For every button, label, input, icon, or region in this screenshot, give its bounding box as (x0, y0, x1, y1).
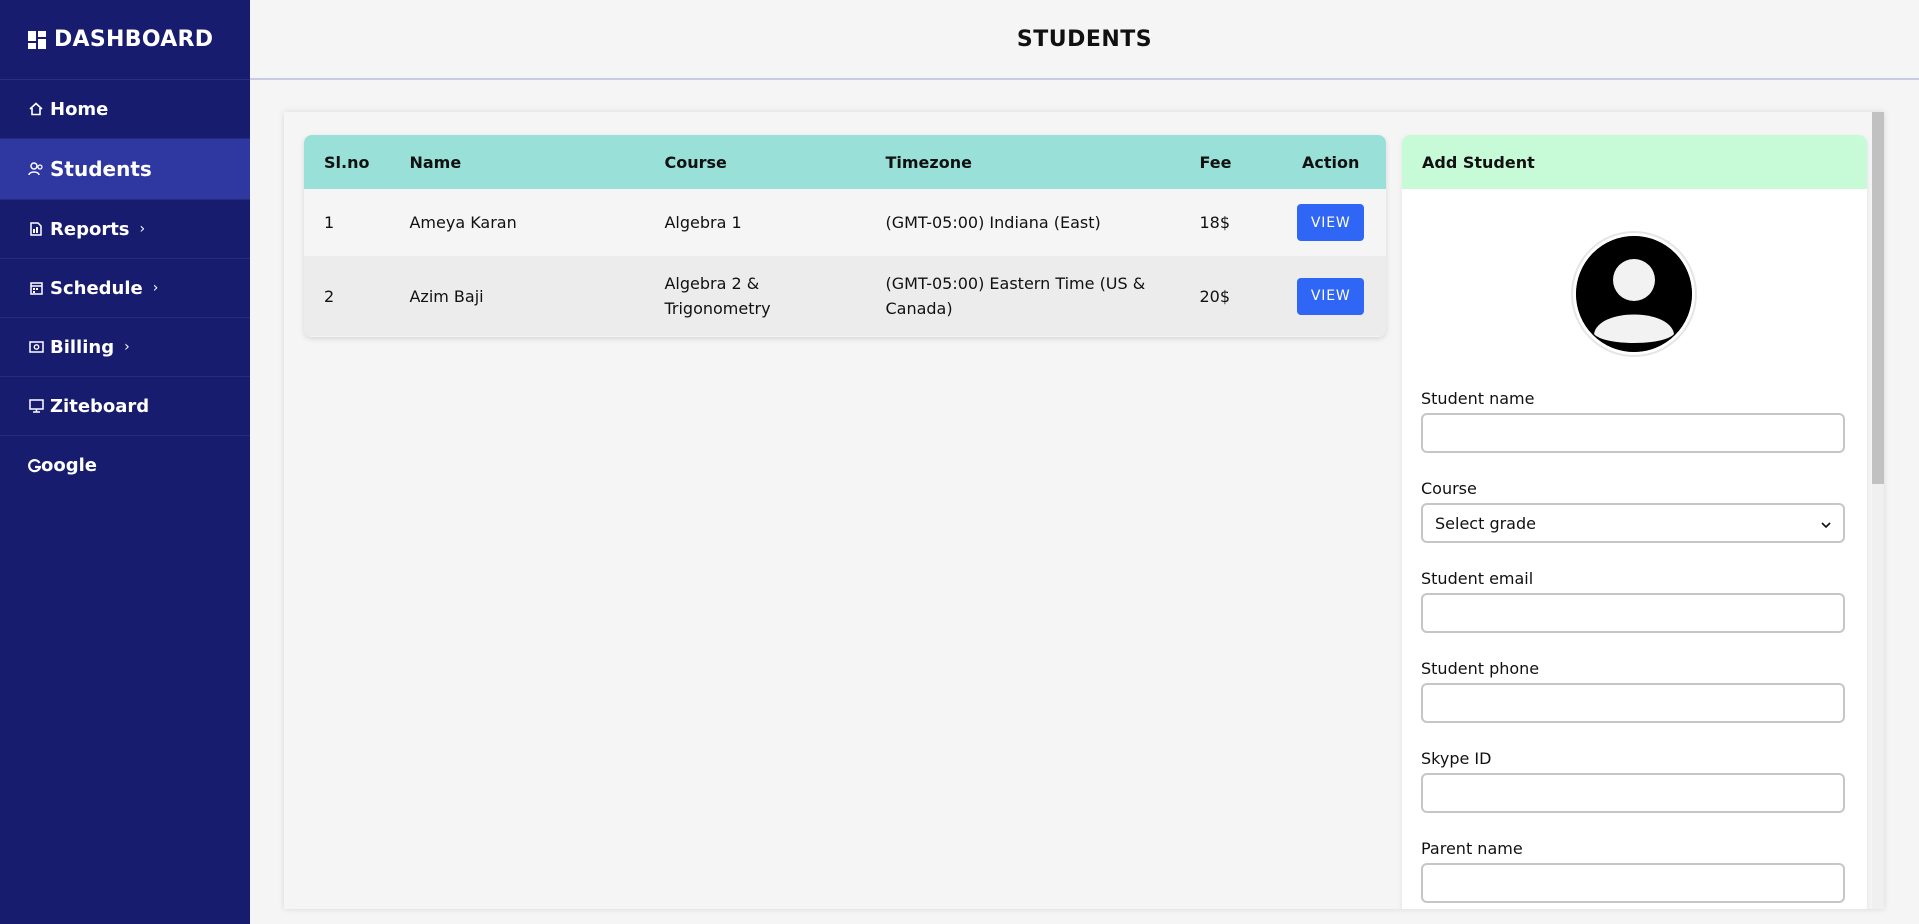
billing-icon (28, 339, 44, 355)
sidebar-item-billing[interactable]: Billing › (0, 318, 250, 377)
cell-name: Azim Baji (409, 286, 484, 306)
cell-name: Ameya Karan (409, 213, 517, 232)
chevron-right-icon: › (124, 339, 130, 355)
whiteboard-icon (28, 398, 44, 414)
chevron-down-icon (1821, 514, 1831, 533)
table-row: 1 Ameya Karan Algebra 1 (GMT-05:00) Indi… (304, 189, 1386, 256)
add-student-title: Add Student (1402, 135, 1867, 189)
course-label: Course (1421, 479, 1477, 498)
cell-timezone: (GMT-05:00) Indiana (East) (885, 213, 1101, 232)
sidebar-item-label: Billing (50, 336, 115, 358)
column-header-timezone: Timezone (885, 152, 972, 172)
parent-name-input[interactable] (1421, 863, 1845, 903)
scrollbar-thumb[interactable] (1872, 112, 1884, 484)
cell-timezone: (GMT-05:00) Eastern Time (US & Canada) (885, 274, 1146, 318)
page-title: STUDENTS (1016, 26, 1153, 52)
course-select[interactable]: Select grade (1421, 503, 1845, 543)
cell-action: VIEW (1275, 256, 1386, 336)
sidebar-item-label: Ziteboard (50, 395, 150, 417)
add-student-form: Add Student Student name Course Select g… (1402, 135, 1867, 909)
chevron-right-icon: › (152, 280, 159, 296)
sidebar-item-label: Schedule (50, 277, 143, 299)
student-email-input[interactable] (1421, 593, 1845, 633)
sidebar: DASHBOARD Home Students Reports › Schedu… (0, 0, 250, 924)
cell-fee: 20$ (1199, 286, 1231, 306)
main-panel: Sl.no Name Course Timezone Fee Action 1 … (284, 112, 1884, 909)
skype-id-label: Skype ID (1421, 749, 1492, 768)
table-row: 2 Azim Baji Algebra 2 & Trigonometry (GM… (304, 256, 1386, 336)
page-header: STUDENTS (250, 0, 1919, 80)
cell-fee: 18$ (1199, 213, 1231, 232)
students-icon (28, 161, 44, 177)
parent-name-label: Parent name (1421, 839, 1523, 858)
calendar-icon (28, 280, 44, 296)
view-button[interactable]: VIEW (1297, 204, 1365, 241)
sidebar-item-label: Home (50, 98, 109, 120)
student-name-input[interactable] (1421, 413, 1845, 453)
student-name-label: Student name (1421, 389, 1535, 408)
cell-slno: 2 (324, 286, 335, 306)
brand[interactable]: DASHBOARD (0, 0, 250, 80)
sidebar-item-label: Students (50, 157, 152, 181)
home-icon (28, 101, 44, 117)
sidebar-item-students[interactable]: Students (0, 139, 250, 200)
view-button[interactable]: VIEW (1297, 277, 1365, 315)
sidebar-item-home[interactable]: Home (0, 80, 250, 139)
scrollbar[interactable] (1872, 112, 1884, 909)
students-table: Sl.no Name Course Timezone Fee Action 1 … (304, 135, 1386, 337)
column-header-action: Action (1302, 152, 1360, 172)
chevron-right-icon: › (139, 221, 146, 237)
report-icon (28, 221, 44, 237)
cell-action: VIEW (1275, 189, 1386, 256)
sidebar-item-google[interactable]: oogle (0, 436, 250, 495)
table-header-row: Sl.no Name Course Timezone Fee Action (304, 135, 1386, 189)
google-icon (28, 458, 41, 474)
skype-id-input[interactable] (1421, 773, 1845, 813)
sidebar-item-label: Reports (50, 218, 130, 240)
brand-label: DASHBOARD (54, 27, 214, 52)
column-header-name: Name (409, 152, 462, 172)
column-header-slno: Sl.no (324, 152, 370, 172)
sidebar-item-ziteboard[interactable]: Ziteboard (0, 377, 250, 436)
sidebar-item-label: oogle (41, 455, 97, 476)
sidebar-item-reports[interactable]: Reports › (0, 200, 250, 259)
course-select-value: Select grade (1435, 513, 1536, 533)
student-phone-label: Student phone (1421, 659, 1540, 678)
column-header-course: Course (664, 152, 727, 172)
avatar-icon[interactable] (1573, 233, 1695, 355)
dashboard-icon (28, 30, 46, 49)
cell-slno: 1 (324, 213, 335, 232)
cell-course: Algebra 1 (664, 213, 742, 232)
student-email-label: Student email (1421, 569, 1534, 588)
column-header-fee: Fee (1199, 152, 1232, 172)
student-phone-input[interactable] (1421, 683, 1845, 723)
sidebar-item-schedule[interactable]: Schedule › (0, 259, 250, 318)
cell-course: Algebra 2 & Trigonometry (664, 274, 771, 318)
